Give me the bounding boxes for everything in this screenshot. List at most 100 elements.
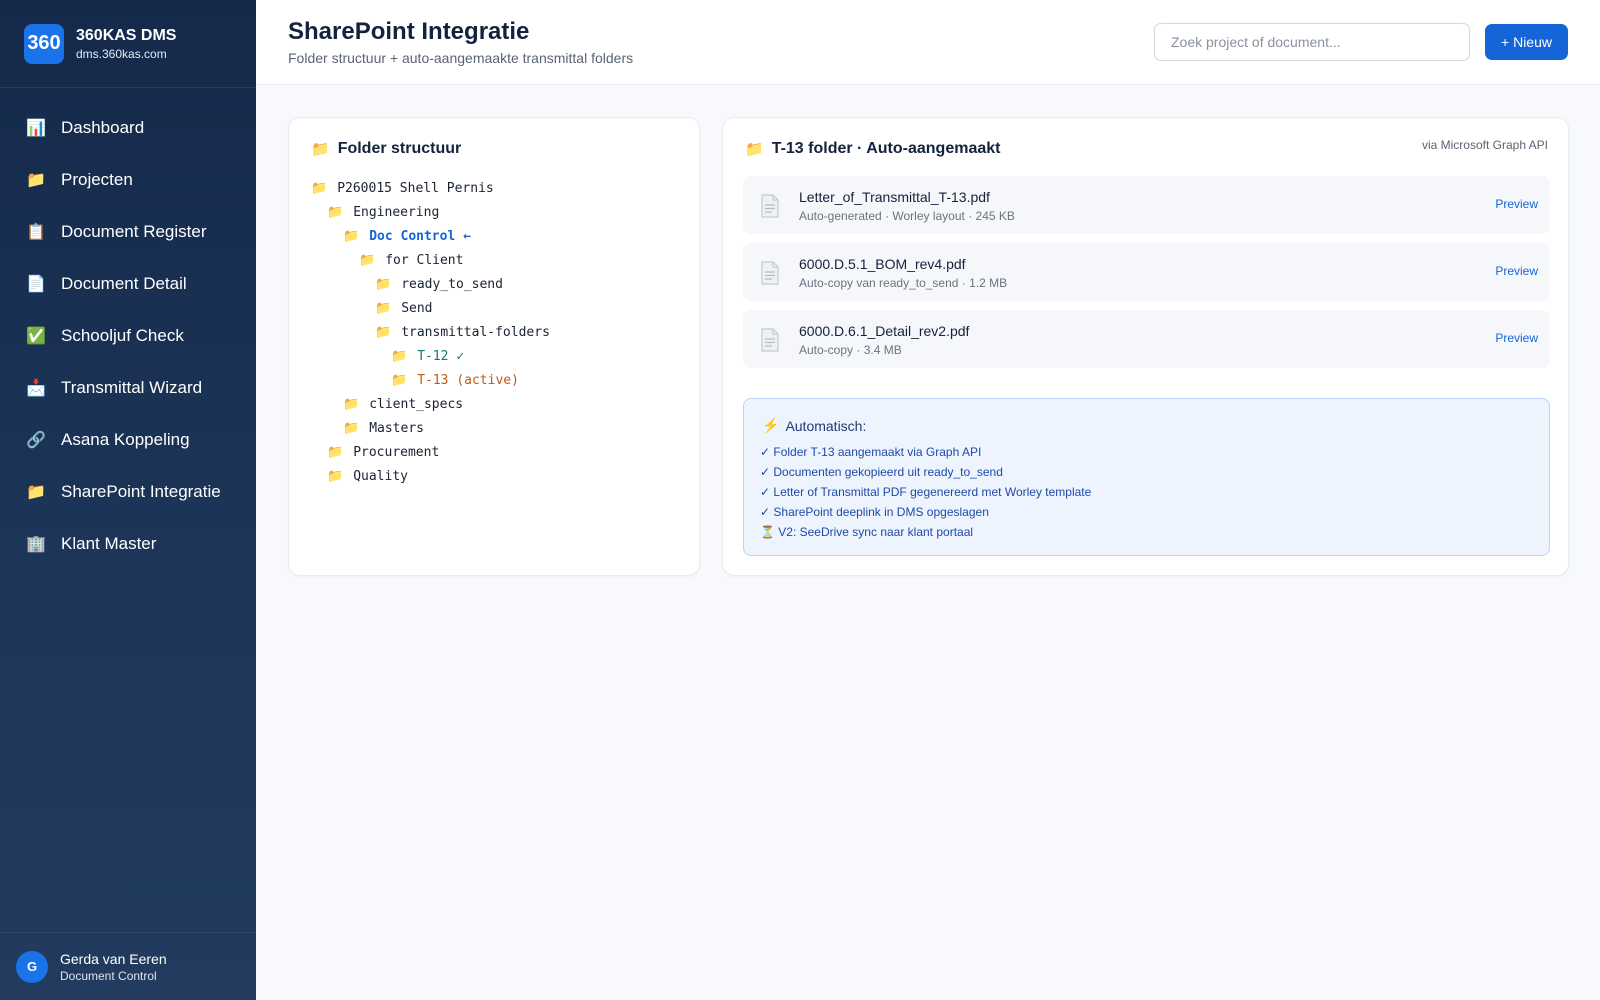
sidebar-item-klant-master[interactable]: 🏢 Klant Master <box>0 518 256 570</box>
brand[interactable]: 360 360KAS DMS dms.360kas.com <box>0 0 256 88</box>
sidebar-item-label: Transmittal Wizard <box>61 378 203 397</box>
folder-tree-row[interactable]: 📁 Masters <box>311 416 550 440</box>
sidebar-nav: 📊 Dashboard 📁 Projecten 📋 Document Register 📄 D… <box>0 88 256 570</box>
document-meta: Auto-generated · Worley layout · 245 KB <box>799 209 1015 223</box>
pdf-file-icon <box>761 328 779 352</box>
sidebar-item-asana-koppeling[interactable]: 🔗 Asana Koppeling <box>0 414 256 466</box>
folder-icon: 📁 <box>375 300 392 316</box>
folder-name: for Client <box>385 252 464 268</box>
folder-icon: 📁 <box>327 468 344 484</box>
mailbox-icon: 📩 <box>26 380 46 397</box>
page-title: SharePoint Integratie <box>288 18 530 45</box>
sidebar-item-label: Projecten <box>61 170 133 189</box>
folder-tree-row[interactable]: 📁 T-13 (active) <box>311 368 550 392</box>
folder-name: T-12 ✓ <box>417 348 465 364</box>
automatic-list: ✓ Folder T-13 aangemaakt via Graph API ✓ … <box>760 442 1091 542</box>
automatic-item: ⏳ V2: SeeDrive sync naar klant portaal <box>760 525 974 539</box>
t13-folder-title: 📁 T-13 folder · Auto-aangemaakt <box>745 140 1000 158</box>
sidebar-item-label: Document Register <box>61 222 207 241</box>
preview-link[interactable]: Preview <box>1495 331 1538 345</box>
pdf-file-icon <box>761 194 779 218</box>
user-profile[interactable]: G Gerda van Eeren Document Control <box>0 932 256 1000</box>
folder-tree-row[interactable]: 📁 P260015 Shell Pernis <box>311 176 550 200</box>
link-icon: 🔗 <box>26 432 46 449</box>
folder-name: transmittal-folders <box>401 324 550 340</box>
page-icon: 📄 <box>26 276 46 293</box>
document-meta: Auto-copy · 3.4 MB <box>799 343 902 357</box>
folder-tree-row[interactable]: 📁 for Client <box>311 248 550 272</box>
sidebar-item-label: Schooljuf Check <box>61 326 184 345</box>
folder-tree-row[interactable]: 📁 T-12 ✓ <box>311 344 550 368</box>
sidebar-item-dashboard[interactable]: 📊 Dashboard <box>0 102 256 154</box>
folder-tree-row[interactable]: 📁 Procurement <box>311 440 550 464</box>
sidebar-item-label: Document Detail <box>61 274 187 293</box>
avatar: G <box>16 950 48 983</box>
automatic-title-text: Automatisch: <box>785 417 867 434</box>
sidebar-item-schooljuf-check[interactable]: ✅ Schooljuf Check <box>0 310 256 362</box>
folder-structure-title-text: Folder structuur <box>337 140 462 157</box>
folder-name: Engineering <box>353 204 440 220</box>
folder-name: T-13 (active) <box>417 372 519 388</box>
building-icon: 🏢 <box>26 536 46 553</box>
folder-tree-row[interactable]: 📁 Engineering <box>311 200 550 224</box>
sidebar-item-document-detail[interactable]: 📄 Document Detail <box>0 258 256 310</box>
user-name: Gerda van Eeren <box>60 950 167 967</box>
folder-name: Masters <box>369 420 424 436</box>
sidebar-item-document-register[interactable]: 📋 Document Register <box>0 206 256 258</box>
folder-icon: 📁 <box>343 420 360 436</box>
sidebar-item-label: Klant Master <box>61 534 157 553</box>
sidebar-item-projecten[interactable]: 📁 Projecten <box>0 154 256 206</box>
folder-tree-row[interactable]: 📁 Quality <box>311 464 550 488</box>
document-name: 6000.D.5.1_BOM_rev4.pdf <box>799 256 966 272</box>
page-subtitle: Folder structuur + auto-aangemaakte tran… <box>288 50 634 66</box>
folder-tree-row[interactable]: 📁 Doc Control ← <box>311 224 550 248</box>
folder-name: Doc Control ← <box>369 228 471 244</box>
sidebar-item-sharepoint-integratie[interactable]: 📁 SharePoint Integratie <box>0 466 256 518</box>
folder-icon: 📁 <box>327 444 344 460</box>
automatic-item: ✓ SharePoint deeplink in DMS opgeslagen <box>760 505 989 519</box>
sidebar-item-label: SharePoint Integratie <box>61 482 221 501</box>
preview-link[interactable]: Preview <box>1495 264 1538 278</box>
folder-icon: 📁 <box>311 180 328 196</box>
t13-folder-title-text: T-13 folder · Auto-aangemaakt <box>771 140 1001 157</box>
folder-tree-row[interactable]: 📁 Send <box>311 296 550 320</box>
preview-link[interactable]: Preview <box>1495 197 1538 211</box>
pdf-file-icon <box>761 261 779 285</box>
folder-name: client_specs <box>369 396 464 412</box>
folder-tree-row[interactable]: 📁 client_specs <box>311 392 550 416</box>
folder-name: Send <box>401 300 433 316</box>
sidebar-item-transmittal-wizard[interactable]: 📩 Transmittal Wizard <box>0 362 256 414</box>
document-row[interactable]: 6000.D.5.1_BOM_rev4.pdf Auto-copy van rea… <box>743 243 1550 301</box>
document-row[interactable]: Letter_of_Transmittal_T-13.pdf Auto-gener… <box>743 176 1550 234</box>
folder-icon: 📁 <box>745 141 764 158</box>
sidebar: 360 360KAS DMS dms.360kas.com 📊 Dashboard… <box>0 0 256 1000</box>
folder-name: ready_to_send <box>401 276 503 292</box>
new-button[interactable]: + Nieuw <box>1485 24 1568 60</box>
document-name: Letter_of_Transmittal_T-13.pdf <box>799 189 990 205</box>
folder-icon: 📁 <box>26 172 46 189</box>
folder-name: Quality <box>353 468 408 484</box>
document-name: 6000.D.6.1_Detail_rev2.pdf <box>799 323 970 339</box>
automatic-item: ✓ Letter of Transmittal PDF gegenereerd … <box>760 485 1092 499</box>
folder-icon: 📁 <box>375 324 392 340</box>
automatic-item: ✓ Documenten gekopieerd uit ready_to_sen… <box>760 465 1003 479</box>
folder-name: P260015 Shell Pernis <box>337 180 494 196</box>
bar-chart-icon: 📊 <box>26 120 46 137</box>
folder-structure-card: 📁 Folder structuur 📁 P260015 Shell Pernis… <box>288 117 700 576</box>
folder-tree-row[interactable]: 📁 ready_to_send <box>311 272 550 296</box>
folder-structure-title: 📁 Folder structuur <box>311 140 461 158</box>
folder-tree: 📁 P260015 Shell Pernis 📁 Engineering 📁 Doc Co… <box>311 176 550 488</box>
brand-domain: dms.360kas.com <box>76 46 167 61</box>
folder-icon: 📁 <box>343 396 360 412</box>
graph-api-note: via Microsoft Graph API <box>1421 138 1548 152</box>
search-input[interactable] <box>1154 23 1470 61</box>
lightning-icon: ⚡ <box>762 417 780 433</box>
folder-icon: 📁 <box>311 141 330 158</box>
folder-icon: 📁 <box>391 348 408 364</box>
document-meta: Auto-copy van ready_to_send · 1.2 MB <box>799 276 1008 290</box>
document-row[interactable]: 6000.D.6.1_Detail_rev2.pdf Auto-copy · 3.… <box>743 310 1550 368</box>
folder-tree-row[interactable]: 📁 transmittal-folders <box>311 320 550 344</box>
folder-icon: 📁 <box>26 484 46 501</box>
user-role: Document Control <box>60 968 157 983</box>
brand-name: 360KAS DMS <box>76 26 177 44</box>
